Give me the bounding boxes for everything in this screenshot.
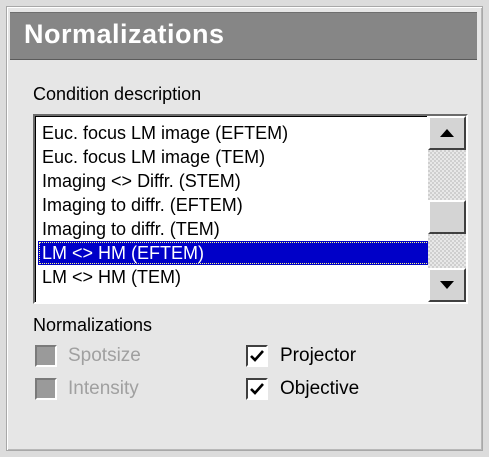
list-item[interactable]: LM <> HM (TEM) xyxy=(38,265,430,289)
intensity-label: Intensity xyxy=(68,378,139,399)
objective-label: Objective xyxy=(280,378,360,399)
scroll-down-button[interactable] xyxy=(428,268,466,302)
condition-listbox[interactable]: Euc. focus LM image (EFTEM) Euc. focus L… xyxy=(33,114,468,304)
list-item[interactable]: Euc. focus LM image (TEM) xyxy=(38,145,430,169)
normalizations-label: Normalizations xyxy=(33,315,153,335)
condition-description-label: Condition description xyxy=(33,84,202,104)
list-item[interactable]: Imaging to diffr. (TEM) xyxy=(38,217,430,241)
spotsize-label: Spotsize xyxy=(68,345,141,366)
list-item[interactable]: Imaging <> Diffr. (STEM) xyxy=(38,169,430,193)
checkmark-icon xyxy=(250,383,264,395)
projector-checkbox[interactable] xyxy=(246,345,268,367)
list-item-selected[interactable]: LM <> HM (EFTEM) xyxy=(38,241,430,265)
arrow-down-icon xyxy=(440,281,454,289)
panel-title: Normalizations xyxy=(24,19,225,49)
list-item[interactable]: Imaging to diffr. (EFTEM) xyxy=(38,193,430,217)
projector-label: Projector xyxy=(280,345,357,366)
scroll-thumb[interactable] xyxy=(428,200,466,234)
checkmark-icon xyxy=(250,350,264,362)
intensity-checkbox[interactable] xyxy=(35,378,57,400)
scroll-up-button[interactable] xyxy=(428,116,466,150)
objective-checkbox[interactable] xyxy=(246,378,268,400)
listbox-items: Euc. focus LM image (EFTEM) Euc. focus L… xyxy=(35,116,430,302)
arrow-up-icon xyxy=(440,129,454,137)
spotsize-checkbox[interactable] xyxy=(35,345,57,367)
list-item[interactable]: Euc. focus LM image (EFTEM) xyxy=(38,121,430,145)
panel-header: Normalizations xyxy=(10,12,477,60)
vertical-scrollbar[interactable] xyxy=(428,116,466,302)
